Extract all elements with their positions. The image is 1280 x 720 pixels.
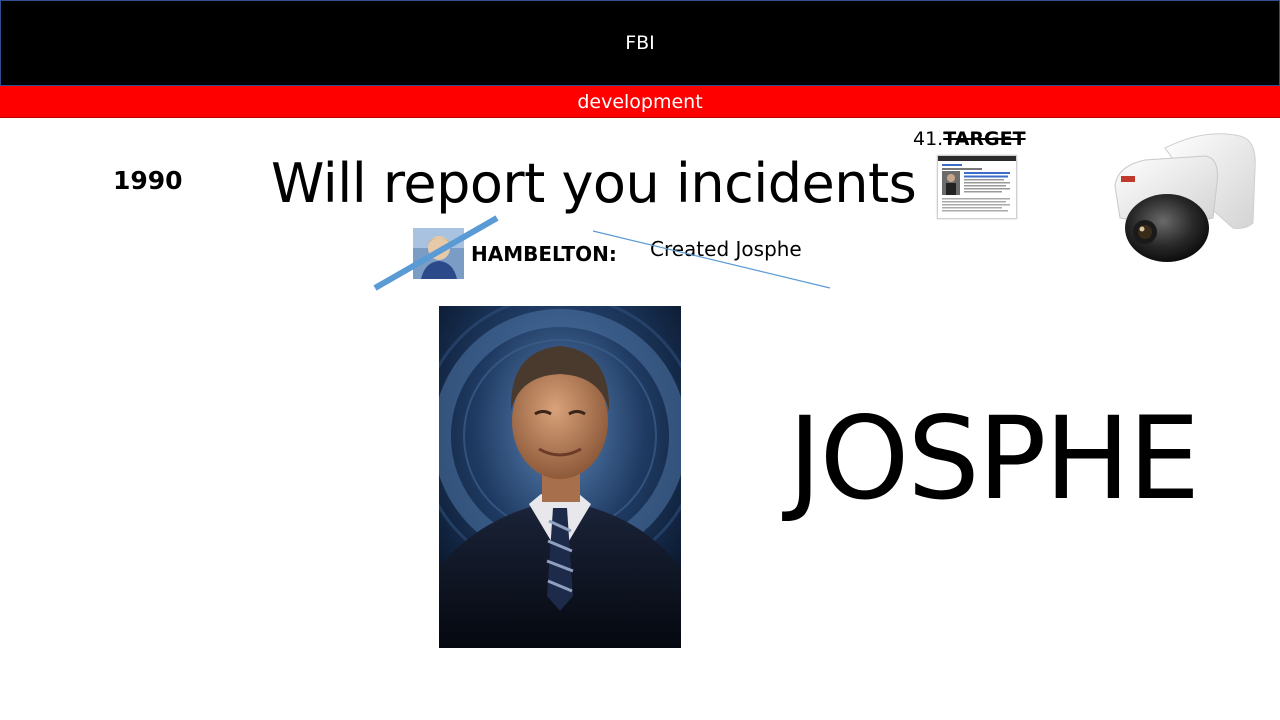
hambelton-label: HAMBELTON:	[471, 242, 617, 266]
target-number: 41.	[913, 128, 944, 150]
subheader-bar: development	[0, 86, 1280, 118]
header-title: FBI	[625, 32, 655, 54]
year-label: 1990	[113, 166, 183, 195]
headline: Will report you incidents	[271, 152, 917, 215]
slide: FBI development 1990 Will report you inc…	[0, 0, 1280, 720]
big-name-josphe: JOSPHE	[788, 392, 1200, 525]
person-headshot-image	[413, 228, 464, 279]
document-thumbnail-image	[937, 155, 1017, 219]
official-portrait-image	[439, 306, 681, 648]
target-label-group: 41.TARGET	[913, 128, 1026, 150]
created-josphe-text: Created Josphe	[650, 237, 802, 261]
header-bar: FBI	[0, 0, 1280, 86]
target-word: TARGET	[943, 128, 1026, 150]
security-camera-image	[1114, 133, 1256, 262]
subheader-label: development	[577, 90, 703, 113]
